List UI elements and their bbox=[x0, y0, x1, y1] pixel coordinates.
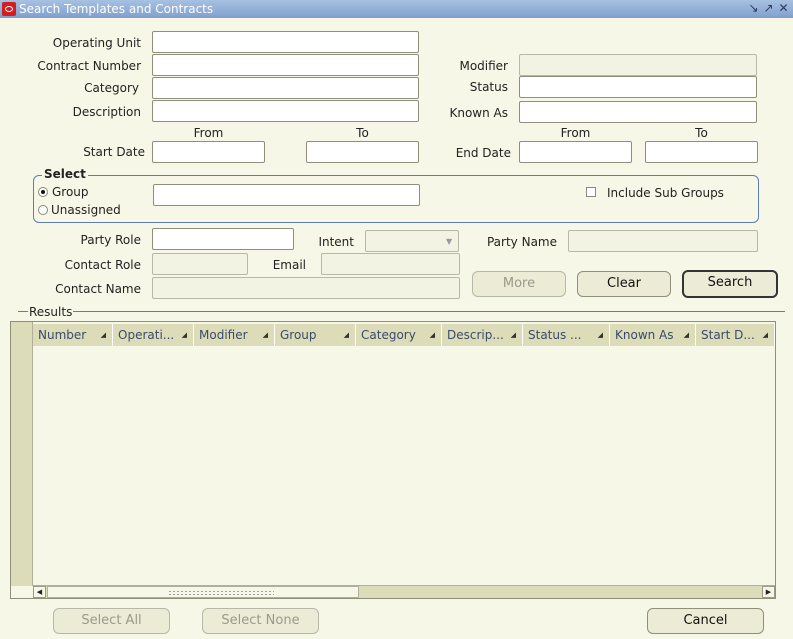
end-date-to-field[interactable] bbox=[645, 141, 758, 163]
start-date-from-field[interactable] bbox=[152, 141, 265, 163]
window-titlebar: Search Templates and Contracts ↘ ↗ ✕ bbox=[0, 0, 793, 18]
sort-icon: ◢ bbox=[429, 331, 435, 339]
group-field[interactable] bbox=[153, 184, 420, 206]
category-field[interactable] bbox=[152, 77, 419, 99]
sort-icon: ◢ bbox=[262, 331, 268, 339]
column-header[interactable]: Start D... ◢ bbox=[696, 324, 775, 346]
close-icon[interactable]: ✕ bbox=[777, 1, 790, 16]
modifier-label: Modifier bbox=[459, 59, 508, 73]
column-header[interactable]: Modifier ◢ bbox=[194, 324, 275, 346]
oracle-logo-icon bbox=[2, 2, 16, 16]
start-date-to-field[interactable] bbox=[306, 141, 419, 163]
contact-name-field bbox=[152, 277, 460, 299]
sort-icon: ◢ bbox=[343, 331, 349, 339]
contact-role-field bbox=[152, 253, 248, 275]
sort-icon: ◢ bbox=[762, 331, 768, 339]
horizontal-scrollbar[interactable]: ◀ ▶ bbox=[33, 585, 775, 598]
clear-button[interactable]: Clear bbox=[577, 271, 671, 297]
sort-icon: ◢ bbox=[510, 331, 516, 339]
cancel-button[interactable]: Cancel bbox=[647, 608, 764, 634]
intent-label: Intent bbox=[318, 235, 354, 249]
group-radio-label: Group bbox=[52, 185, 89, 199]
start-date-to-label: To bbox=[356, 126, 369, 140]
party-role-field[interactable] bbox=[152, 228, 294, 250]
scroll-thumb[interactable] bbox=[47, 586, 359, 598]
select-legend: Select bbox=[42, 167, 88, 181]
operating-unit-label: Operating Unit bbox=[52, 36, 141, 50]
column-header[interactable]: Operati... ◢ bbox=[113, 324, 194, 346]
column-header[interactable]: Group ◢ bbox=[275, 324, 356, 346]
party-role-label: Party Role bbox=[80, 233, 141, 247]
description-field[interactable] bbox=[152, 100, 419, 122]
email-label: Email bbox=[272, 258, 306, 272]
status-label: Status bbox=[469, 80, 508, 94]
contact-name-label: Contact Name bbox=[55, 282, 141, 296]
minimize-icon[interactable]: ↘ bbox=[747, 1, 760, 16]
column-header[interactable]: Known As ◢ bbox=[610, 324, 696, 346]
sort-icon: ◢ bbox=[100, 331, 106, 339]
end-date-from-label: From bbox=[560, 126, 591, 140]
column-header[interactable]: Category ◢ bbox=[356, 324, 442, 346]
known-as-field[interactable] bbox=[519, 101, 757, 123]
results-body bbox=[33, 346, 775, 586]
results-header-row: Number ◢ Operati... ◢ Modifier ◢ Group ◢ Cat… bbox=[33, 324, 775, 346]
results-table: Number ◢ Operati... ◢ Modifier ◢ Group ◢ Cat… bbox=[10, 321, 776, 599]
sort-icon: ◢ bbox=[181, 331, 187, 339]
scroll-right-icon[interactable]: ▶ bbox=[762, 586, 775, 598]
maximize-icon[interactable]: ↗ bbox=[762, 1, 775, 16]
end-date-label: End Date bbox=[455, 146, 511, 160]
chevron-down-icon: ▼ bbox=[446, 237, 453, 246]
sort-icon: ◢ bbox=[597, 331, 603, 339]
start-date-label: Start Date bbox=[83, 145, 145, 159]
column-header[interactable]: Status ... ◢ bbox=[523, 324, 610, 346]
end-date-from-field[interactable] bbox=[519, 141, 632, 163]
select-none-button[interactable]: Select None bbox=[202, 608, 319, 634]
column-header[interactable]: Number ◢ bbox=[33, 324, 113, 346]
search-button[interactable]: Search bbox=[682, 270, 778, 298]
scroll-left-icon[interactable]: ◀ bbox=[33, 586, 46, 598]
contract-number-label: Contract Number bbox=[37, 59, 141, 73]
party-name-label: Party Name bbox=[486, 235, 557, 249]
window-title: Search Templates and Contracts bbox=[19, 2, 214, 16]
end-date-to-label: To bbox=[695, 126, 708, 140]
results-divider bbox=[18, 311, 785, 312]
category-label: Category bbox=[84, 81, 139, 95]
group-radio[interactable] bbox=[38, 187, 48, 197]
party-name-field bbox=[568, 230, 758, 252]
description-label: Description bbox=[72, 105, 141, 119]
results-label: Results bbox=[28, 305, 74, 319]
select-all-button[interactable]: Select All bbox=[53, 608, 170, 634]
modifier-field bbox=[519, 54, 757, 76]
status-field[interactable] bbox=[519, 76, 757, 98]
intent-select bbox=[365, 230, 459, 252]
unassigned-radio-label: Unassigned bbox=[51, 203, 121, 217]
start-date-from-label: From bbox=[193, 126, 224, 140]
email-field bbox=[321, 253, 460, 275]
row-header-column bbox=[11, 322, 33, 586]
contact-role-label: Contact Role bbox=[64, 258, 141, 272]
unassigned-radio[interactable] bbox=[38, 205, 48, 215]
more-button[interactable]: More bbox=[472, 271, 566, 297]
sort-icon: ◢ bbox=[683, 331, 689, 339]
column-header[interactable]: Descrip... ◢ bbox=[442, 324, 523, 346]
include-sub-groups-label: Include Sub Groups bbox=[607, 186, 724, 200]
operating-unit-field[interactable] bbox=[152, 31, 419, 53]
include-sub-groups-checkbox[interactable] bbox=[586, 187, 596, 197]
known-as-label: Known As bbox=[449, 106, 508, 120]
contract-number-field[interactable] bbox=[152, 54, 419, 76]
